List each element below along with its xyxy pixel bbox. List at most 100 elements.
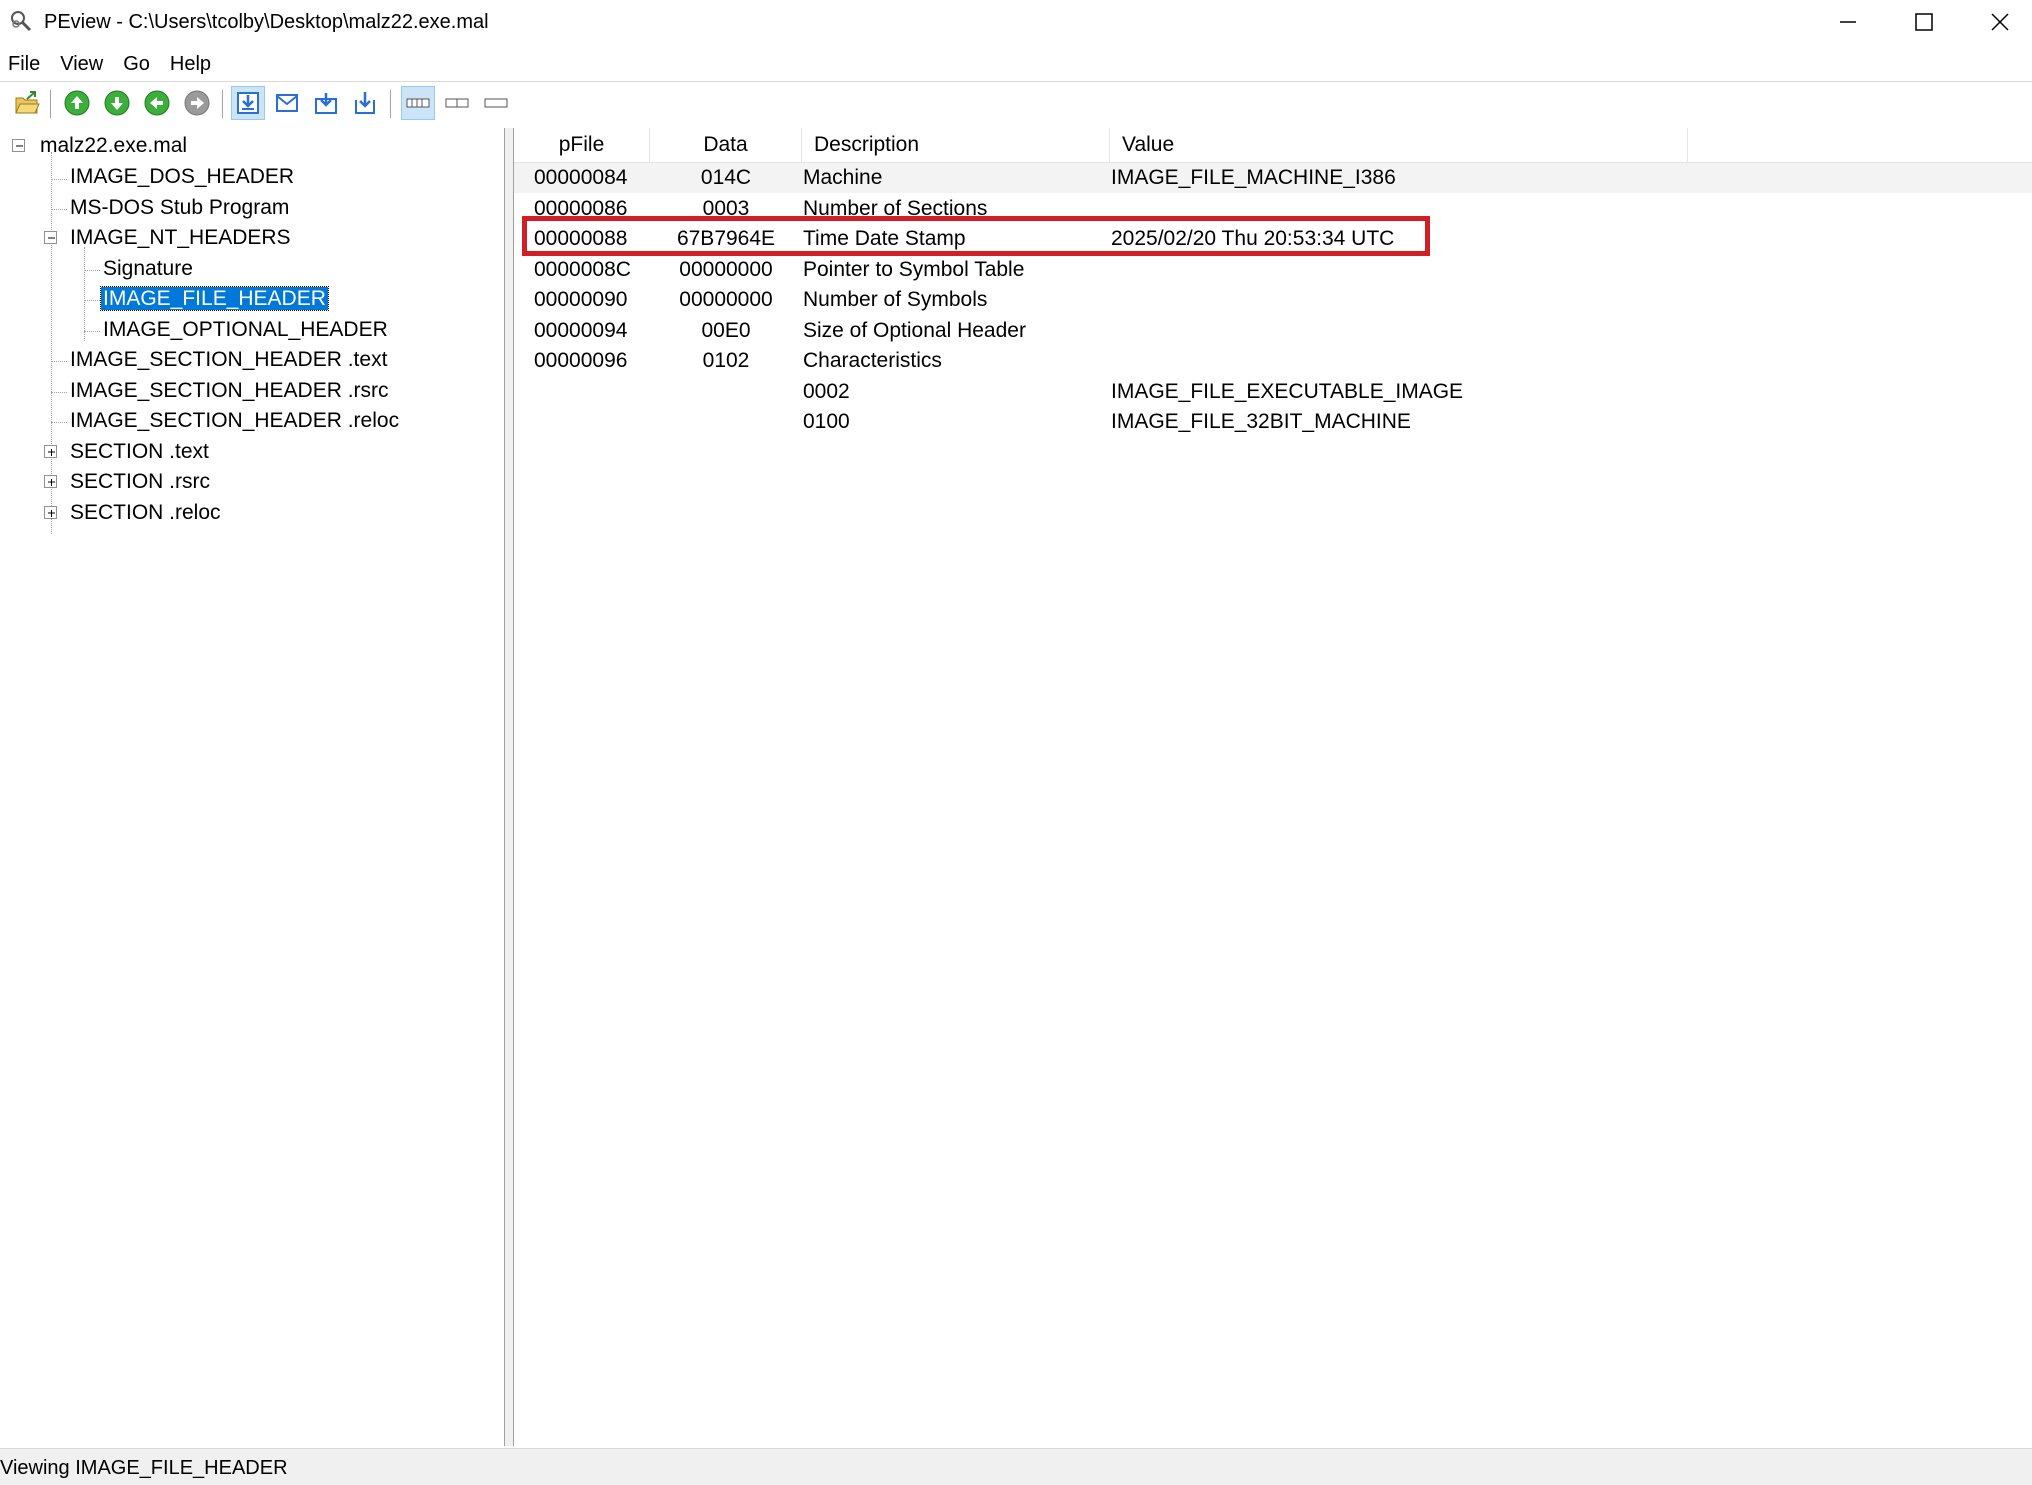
layout-wide-button[interactable] (401, 86, 435, 120)
toolbar (0, 84, 2032, 124)
cell-pfile: 00000096 (534, 349, 628, 372)
view-export-button[interactable] (348, 86, 382, 120)
tree-item-file-header[interactable]: IMAGE_FILE_HEADER (100, 284, 329, 314)
layout-split-button[interactable] (440, 86, 474, 120)
menu-file[interactable]: File (0, 48, 52, 80)
tree-item-label-selected: IMAGE_FILE_HEADER (100, 286, 329, 311)
up-button[interactable] (60, 86, 94, 120)
forward-button[interactable] (180, 86, 214, 120)
collapse-icon[interactable] (12, 139, 25, 152)
cell-description: Machine (803, 166, 883, 189)
toolbar-separator (222, 90, 223, 118)
open-folder-icon (15, 91, 40, 114)
cell-data: 0102 (702, 349, 750, 372)
pane-splitter[interactable] (505, 128, 514, 1446)
window-title: PEview - C:\Users\tcolby\Desktop\malz22.… (44, 11, 489, 33)
table-row[interactable]: 00000090 00000000 Number of Symbols (514, 285, 2032, 315)
cell-value: IMAGE_FILE_32BIT_MACHINE (1111, 410, 1411, 433)
table-row[interactable]: 0100 IMAGE_FILE_32BIT_MACHINE (514, 407, 2032, 437)
tree-item-label: SECTION .rsrc (70, 470, 210, 493)
view-hex-button[interactable] (231, 86, 265, 120)
cell-value: IMAGE_FILE_MACHINE_I386 (1111, 166, 1396, 189)
table-row[interactable]: 00000084 014C Machine IMAGE_FILE_MACHINE… (514, 163, 2032, 193)
tree-item-root[interactable]: malz22.exe.mal (12, 131, 189, 161)
tree-item-section-text[interactable]: SECTION .text (44, 437, 211, 467)
highlight-annotation-box (522, 216, 1430, 256)
back-arrow-icon (144, 90, 170, 116)
tree-item-label: Signature (103, 257, 193, 280)
view-mail-button[interactable] (270, 86, 304, 120)
layout-narrow-icon (484, 98, 508, 108)
list-header: pFile Data Description Value (514, 128, 2032, 163)
tree-item-label: IMAGE_OPTIONAL_HEADER (103, 318, 388, 341)
cell-description: Size of Optional Header (803, 319, 1026, 342)
down-arrow-icon (104, 90, 130, 116)
expand-icon[interactable] (44, 445, 57, 458)
cell-data: 014C (700, 166, 752, 189)
layout-narrow-button[interactable] (479, 86, 513, 120)
tree-item-label: IMAGE_SECTION_HEADER .reloc (70, 409, 400, 432)
collapse-icon[interactable] (44, 231, 57, 244)
layout-wide-icon (406, 98, 430, 108)
column-header-pfile[interactable]: pFile (514, 128, 650, 162)
tree-connector (51, 179, 67, 181)
cell-value: IMAGE_FILE_EXECUTABLE_IMAGE (1111, 380, 1464, 403)
minimize-button[interactable] (1810, 0, 1886, 44)
cell-description: Characteristics (803, 349, 942, 372)
menu-go[interactable]: Go (115, 48, 162, 80)
cell-data: 00000000 (679, 288, 773, 311)
table-row[interactable]: 0002 IMAGE_FILE_EXECUTABLE_IMAGE (514, 377, 2032, 407)
up-arrow-icon (64, 90, 90, 116)
tree-connector (51, 392, 67, 394)
down-button[interactable] (100, 86, 134, 120)
cell-description: 0100 (803, 410, 850, 433)
back-button[interactable] (140, 86, 174, 120)
column-header-description[interactable]: Description (802, 128, 1110, 162)
tree-item-label: malz22.exe.mal (40, 134, 188, 157)
tree-item-optional-header[interactable]: IMAGE_OPTIONAL_HEADER (101, 315, 390, 345)
tree-item-label: MS-DOS Stub Program (70, 196, 290, 219)
minimize-icon (1840, 21, 1856, 23)
tree-item-label: IMAGE_SECTION_HEADER .rsrc (70, 379, 389, 402)
tree-connector (84, 300, 100, 302)
tree-item-label: IMAGE_DOS_HEADER (70, 165, 295, 188)
forward-arrow-icon (184, 90, 210, 116)
expand-icon[interactable] (44, 506, 57, 519)
tree-item-signature[interactable]: Signature (101, 254, 195, 284)
view-import-button[interactable] (309, 86, 343, 120)
cell-data (650, 377, 802, 407)
column-header-data[interactable]: Data (650, 128, 802, 162)
tree-item-section-header-rsrc[interactable]: IMAGE_SECTION_HEADER .rsrc (68, 376, 391, 406)
expand-icon[interactable] (44, 475, 57, 488)
open-file-button[interactable] (10, 86, 44, 120)
title-bar: PEview - C:\Users\tcolby\Desktop\malz22.… (0, 0, 2032, 44)
maximize-button[interactable] (1886, 0, 1962, 44)
table-row[interactable]: 0000008C 00000000 Pointer to Symbol Tabl… (514, 255, 2032, 285)
tree-item-section-header-reloc[interactable]: IMAGE_SECTION_HEADER .reloc (68, 406, 401, 436)
tree-item-section-rsrc[interactable]: SECTION .rsrc (44, 467, 212, 497)
menu-view[interactable]: View (52, 48, 115, 80)
menu-help[interactable]: Help (162, 48, 223, 80)
view-export-icon (355, 92, 375, 114)
toolbar-separator (50, 90, 51, 118)
table-row[interactable]: 00000094 00E0 Size of Optional Header (514, 316, 2032, 346)
tree-item-dos-stub[interactable]: MS-DOS Stub Program (68, 193, 291, 223)
magnifier-icon (8, 8, 36, 36)
column-header-value[interactable]: Value (1110, 128, 1688, 162)
close-button[interactable] (1962, 0, 2032, 44)
tree-item-label: IMAGE_SECTION_HEADER .text (70, 348, 388, 371)
table-row[interactable]: 00000096 0102 Characteristics (514, 346, 2032, 376)
tree-item-nt-headers[interactable]: IMAGE_NT_HEADERS (44, 223, 293, 253)
menu-divider (0, 81, 2032, 82)
tree-item-label: SECTION .reloc (70, 501, 221, 524)
detail-list-view: pFile Data Description Value 00000084 01… (514, 128, 2032, 1446)
tree-item-dos-header[interactable]: IMAGE_DOS_HEADER (68, 162, 296, 192)
maximize-icon (1915, 13, 1933, 31)
tree-connector (84, 247, 86, 341)
cell-pfile: 0000008C (534, 258, 631, 281)
status-bar: Viewing IMAGE_FILE_HEADER (0, 1448, 2032, 1485)
tree-item-label: IMAGE_NT_HEADERS (70, 226, 291, 249)
cell-data (650, 407, 802, 437)
tree-item-section-reloc[interactable]: SECTION .reloc (44, 498, 223, 528)
tree-item-section-header-text[interactable]: IMAGE_SECTION_HEADER .text (68, 345, 389, 375)
